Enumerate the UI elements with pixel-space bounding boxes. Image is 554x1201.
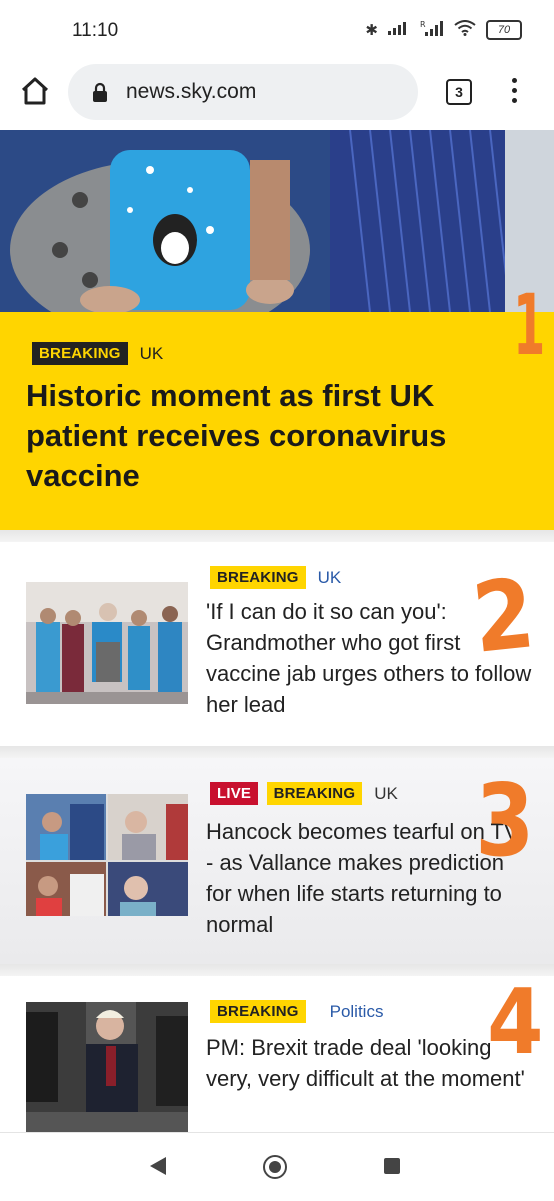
article-thumbnail[interactable]	[26, 1002, 188, 1132]
article-card[interactable]: LIVE BREAKING UK Hancock becomes tearful …	[0, 758, 554, 964]
status-bar: 11:10 ✱ R 70	[0, 0, 554, 62]
battery-icon: 70	[486, 20, 522, 40]
article-tags: LIVE BREAKING UK	[210, 782, 398, 805]
article-tags: BREAKING Politics	[210, 1000, 383, 1023]
status-icons: ✱ R 70	[365, 20, 522, 40]
hero-tags: BREAKING UK	[32, 342, 163, 365]
wifi-icon	[454, 20, 476, 40]
breaking-badge: BREAKING	[266, 782, 363, 805]
status-time: 11:10	[72, 20, 119, 41]
browser-toolbar: news.sky.com 3	[0, 62, 554, 130]
divider	[0, 964, 554, 976]
recents-icon[interactable]	[384, 1158, 400, 1174]
hero-image[interactable]	[0, 130, 554, 312]
article-headline[interactable]: PM: Brexit trade deal 'looking very, ver…	[206, 1032, 526, 1094]
url-text: news.sky.com	[126, 80, 257, 103]
category-label[interactable]: UK	[318, 568, 342, 587]
article-thumbnail[interactable]	[26, 794, 188, 916]
annotation-4: 4	[487, 970, 544, 1075]
hero-headline[interactable]: Historic moment as first UK patient rece…	[26, 376, 496, 496]
more-vert-icon[interactable]	[505, 74, 523, 108]
system-nav-bar	[0, 1132, 554, 1201]
breaking-badge: BREAKING	[32, 342, 128, 365]
annotation-3: 3	[475, 762, 535, 879]
home-icon[interactable]	[18, 74, 52, 108]
divider	[0, 746, 554, 758]
hero-headline-card[interactable]: BREAKING UK Historic moment as first UK p…	[0, 312, 554, 530]
url-bar[interactable]: news.sky.com	[68, 64, 418, 120]
category-label[interactable]: UK	[374, 784, 398, 803]
bluetooth-icon: ✱	[365, 22, 378, 39]
tabs-icon[interactable]: 3	[446, 79, 472, 105]
lock-icon	[92, 82, 108, 102]
signal-roaming-icon: R	[420, 20, 444, 40]
divider	[0, 530, 554, 542]
breaking-badge: BREAKING	[210, 1000, 306, 1023]
category-label[interactable]: Politics	[330, 1002, 384, 1021]
article-thumbnail[interactable]	[26, 582, 188, 704]
article-tags: BREAKING UK	[210, 566, 341, 589]
annotation-1: 1	[513, 276, 546, 374]
breaking-badge: BREAKING	[210, 566, 306, 589]
home-circle-icon[interactable]	[263, 1155, 287, 1179]
category-label[interactable]: UK	[140, 344, 164, 363]
svg-text:R: R	[420, 20, 426, 29]
annotation-2: 2	[467, 557, 540, 675]
signal-icon	[388, 21, 410, 39]
back-icon[interactable]	[150, 1157, 166, 1175]
live-badge: LIVE	[210, 782, 259, 805]
article-card[interactable]: BREAKING Politics PM: Brexit trade deal '…	[0, 976, 554, 1132]
